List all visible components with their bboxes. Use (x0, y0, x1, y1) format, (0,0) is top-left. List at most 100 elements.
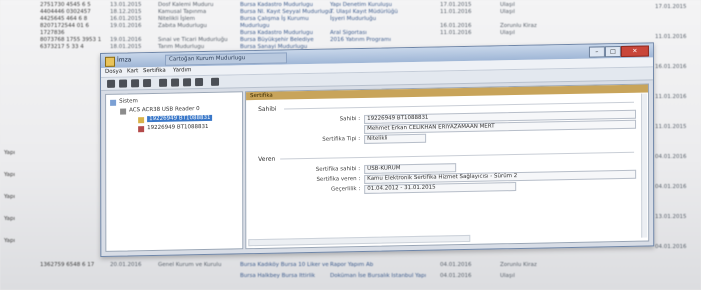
application-window: İmza Cartoğan Kurum Mudurlugu – □ ✕ Dosy… (100, 42, 655, 258)
new-icon[interactable] (107, 79, 116, 88)
horizontal-scrollbar[interactable] (248, 234, 471, 247)
spreadsheet-cell: 18.01.2015 (110, 44, 142, 50)
spreadsheet-cell: Rapor Yapım Ab (330, 262, 374, 268)
device-tree: Sistem ACS ACR38 USB Reader 0 19226949 B… (105, 91, 244, 252)
spreadsheet-cell: Bursa Kadastro Mudurlugu (240, 2, 313, 8)
certificate-icon (138, 117, 145, 124)
spreadsheet-cell: Bursa Halkbey Bursa Ittirlik (240, 273, 316, 279)
spreadsheet-cell: Yapı Denetim Kuruluşu (330, 2, 392, 8)
card-reader-icon (120, 108, 127, 115)
spreadsheet-cell: 13.01.2015 (655, 214, 687, 220)
spreadsheet-cell: Sınai ve Ticari Mudurluğu (158, 37, 228, 43)
spreadsheet-cell: Tarım Mudurlugu (158, 44, 205, 50)
window-title: İmza (117, 56, 132, 64)
spreadsheet-cell: 4404446 0302457 (40, 9, 91, 15)
spreadsheet-cell: Ulaşıl (500, 30, 515, 36)
spreadsheet-cell: 2751730 4545 6 5 (40, 2, 91, 8)
menu-yardim[interactable]: Yardım (173, 67, 192, 73)
spreadsheet-cell: 04.01.2016 (655, 154, 687, 160)
spreadsheet-cell: Bursa Büyükşehir Belediye (240, 37, 314, 43)
spreadsheet-cell: 16.01.2016 (655, 64, 687, 70)
spreadsheet-cell: T. Ulaşıl Kayıt Müdürlüğü (330, 9, 398, 15)
spreadsheet-cell: Mudurlugu (240, 23, 270, 29)
settings-icon[interactable] (195, 78, 204, 87)
cert-holder-field[interactable]: USB-KURUM (364, 163, 457, 174)
spreadsheet-cell: Dosf Kalemi Muduru (158, 2, 214, 8)
spreadsheet-cell: 8073768 1755 3953 1 (40, 37, 102, 43)
sheet-lower-row-0: 1362759 6548 6 17 20.01.2016 Genel Kurum v… (0, 262, 701, 272)
spreadsheet-cell: Ulaşıl (500, 2, 515, 8)
spreadsheet-cell: 20.01.2016 (110, 262, 142, 268)
spreadsheet-cell: Zorunlu Kiraz (500, 23, 537, 29)
maximize-button[interactable]: □ (604, 45, 621, 58)
group-owner-label: Sahibi (258, 105, 277, 113)
field-label: Sahibi : (339, 116, 361, 123)
computer-icon (110, 99, 117, 106)
spreadsheet-cell: Zabıta Mudurlugu (158, 23, 207, 29)
spreadsheet-cell: 11.01.2016 (440, 9, 472, 15)
spreadsheet-cell: 16.01.2016 (440, 23, 472, 29)
spreadsheet-cell: 04.01.2016 (440, 273, 472, 279)
spreadsheet-cell: 2016 Yatırım Programı (330, 37, 392, 43)
validity-field[interactable]: 01.04.2012 - 31.01.2015 (364, 182, 517, 194)
spreadsheet-cell: 17.01.2015 (655, 4, 687, 10)
spreadsheet-cell: 17.01.2015 (440, 2, 472, 8)
spreadsheet-cell: Genel Kurum ve Kurulu (158, 262, 222, 268)
open-icon[interactable] (119, 79, 128, 88)
field-label: Sertifika sahibi : (315, 166, 361, 173)
key-icon (138, 126, 145, 133)
save-icon[interactable] (131, 79, 140, 88)
spreadsheet-cell: 11.01.2016 (655, 34, 687, 40)
spreadsheet-cell: 18.12.2015 (110, 9, 142, 15)
spreadsheet-cell: Zorunlu Kiraz (500, 262, 537, 268)
spreadsheet-cell: 11.01.2015 (655, 124, 687, 130)
spreadsheet-cell: Bursa Çalışma İş Kurumu (240, 16, 309, 22)
spreadsheet-cell: 19.01.2016 (110, 37, 142, 43)
field-label: Sertifika Tipi : (322, 136, 361, 143)
spreadsheet-cell: 1727836 (40, 30, 65, 36)
close-button[interactable]: ✕ (620, 45, 649, 58)
spreadsheet-cell: Kamusal Tapınma (158, 9, 207, 15)
spreadsheet-cell: 16.01.2015 (110, 16, 142, 22)
spreadsheet-cell: Aral Sigortası (330, 30, 367, 36)
spreadsheet-cell: Bursa Nl. Kayıt Seyyal Mudurlugu (240, 9, 332, 15)
menu-sertifika[interactable]: Sertifika (143, 68, 166, 74)
spreadsheet-cell: Yapı (4, 150, 15, 156)
certificate-icon[interactable] (171, 78, 180, 87)
spreadsheet-cell: Ulaşıl (500, 9, 515, 15)
spreadsheet-cell: 6373217 5 33 4 (40, 44, 84, 50)
spreadsheet-cell: 8207172544 01 6 (40, 23, 89, 29)
spreadsheet-cell: Ulaşıl (500, 273, 515, 279)
app-icon (105, 56, 116, 67)
spreadsheet-cell: Yapı (4, 238, 15, 244)
spreadsheet-cell: Yapı (4, 172, 15, 178)
spreadsheet-cell: 1362759 6548 6 17 (40, 262, 95, 268)
spreadsheet-cell: 04.01.2016 (655, 244, 687, 250)
spreadsheet-cell: 04.01.2016 (655, 184, 687, 190)
group-divider (284, 101, 635, 110)
cert-type-field[interactable]: Nitelikli (364, 133, 427, 144)
spreadsheet-cell: Bursa Kadastro Mudurlugu (240, 30, 313, 36)
spreadsheet-cell: Doküman İse Bursalık Istanbul Yapı (330, 273, 427, 279)
spreadsheet-cell: Yapı (4, 194, 15, 200)
card-icon[interactable] (183, 78, 192, 87)
menu-dosya[interactable]: Dosya (105, 69, 122, 75)
menu-kart[interactable]: Kart (127, 68, 138, 74)
spreadsheet-cell: 04.01.2016 (440, 262, 472, 268)
spreadsheet-cell: 11.01.2016 (440, 30, 472, 36)
minimize-button[interactable]: – (588, 46, 605, 58)
spreadsheet-cell: 13.01.2015 (110, 2, 142, 8)
spreadsheet-cell: İşyeri Mudurluğu (330, 16, 377, 22)
spreadsheet-cell: 19.01.2016 (110, 23, 142, 29)
spreadsheet-cell: Yapı (4, 216, 15, 222)
certificate-panel: Sertifika Sahibi Sahibi : 19226949 BT108… (245, 83, 650, 250)
group-issuer-label: Veren (258, 155, 276, 163)
field-label: Geçerlilik : (330, 186, 361, 193)
verify-icon[interactable] (159, 78, 168, 87)
sign-icon[interactable] (143, 79, 152, 88)
vertical-scrollbar[interactable] (640, 93, 648, 238)
help-icon[interactable] (211, 77, 220, 86)
sheet-lower-row-1: Bursa Halkbey Bursa Ittirlik Doküman İse … (0, 273, 701, 283)
spreadsheet-cell: 11.01.2016 (655, 94, 687, 100)
spreadsheet-cell: 4425645 464 6 8 (40, 16, 88, 22)
